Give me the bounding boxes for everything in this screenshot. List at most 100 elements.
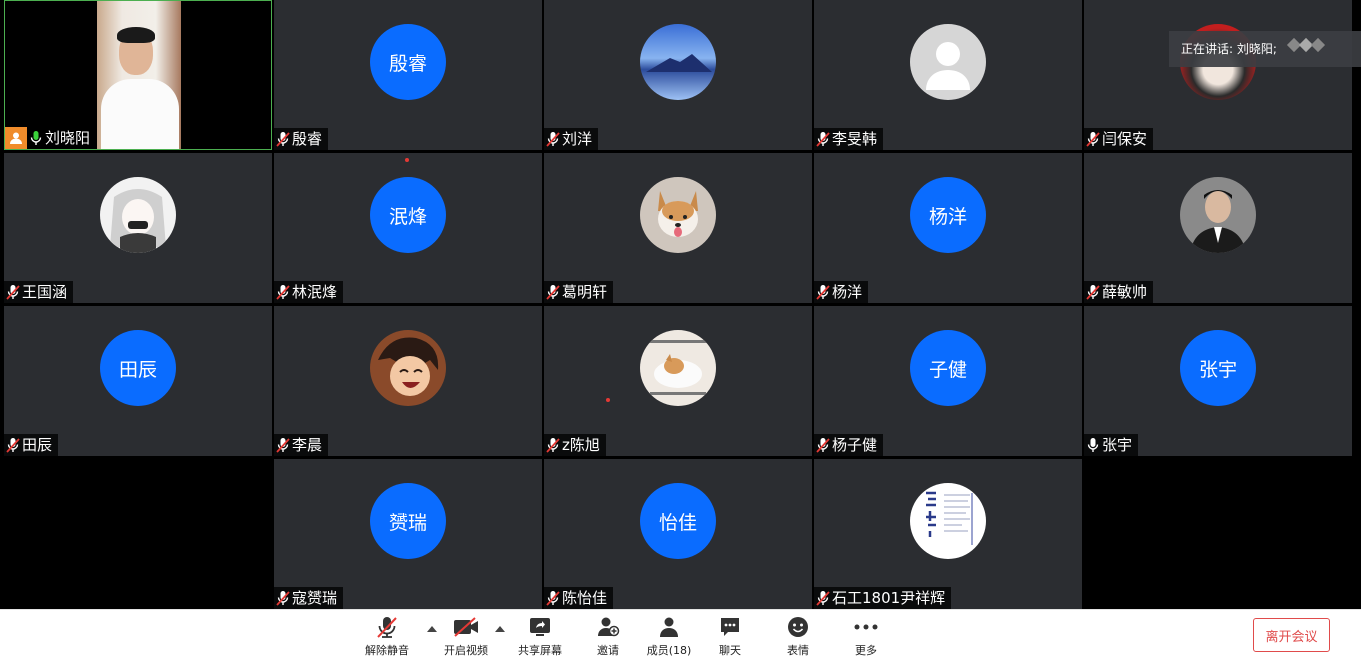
participant-namebar: 石工1801尹祥辉 <box>814 587 952 609</box>
smiley-icon <box>787 614 809 640</box>
invite-label: 邀请 <box>597 644 619 657</box>
participant-tile-yanbaoan[interactable]: 闫保安 <box>1084 0 1352 150</box>
participant-tile-chenyijia[interactable]: 怡佳 陈怡佳 <box>544 459 812 609</box>
participant-namebar: z陈旭 <box>544 434 606 456</box>
mic-muted-icon <box>816 131 830 147</box>
mic-muted-icon <box>6 284 20 300</box>
mic-on-icon <box>29 130 43 146</box>
members-icon <box>658 614 680 640</box>
mic-muted-icon <box>546 437 560 453</box>
participant-avatar: 张宇 <box>1180 330 1256 406</box>
audio-options-caret-icon[interactable] <box>427 626 437 632</box>
participant-namebar: 王国涵 <box>4 281 74 303</box>
participant-name: 田辰 <box>22 436 53 454</box>
invite-button[interactable]: 邀请 <box>590 614 626 660</box>
host-badge-icon <box>5 127 27 149</box>
participant-avatar: 泯烽 <box>370 177 446 253</box>
participant-namebar: 李旻韩 <box>814 128 884 150</box>
start-video-label: 开启视频 <box>444 644 488 657</box>
anime-girl-photo-icon <box>100 177 176 253</box>
leave-meeting-button[interactable]: 离开会议 <box>1253 618 1330 652</box>
participant-namebar: 林泯烽 <box>274 281 344 303</box>
mic-muted-icon <box>546 131 560 147</box>
mic-muted-icon <box>1086 284 1100 300</box>
participant-avatar: 赟瑞 <box>370 483 446 559</box>
participant-name: 葛明轩 <box>562 283 608 301</box>
mic-muted-icon <box>276 437 290 453</box>
participant-namebar: 李晨 <box>274 434 329 456</box>
participant-tile-wangguohan[interactable]: 王国涵 <box>4 153 272 303</box>
default-person-icon <box>910 24 986 100</box>
participant-namebar: 张宇 <box>1084 434 1139 456</box>
members-button[interactable]: 成员(18) <box>645 614 693 660</box>
participant-tile-xueminshuai[interactable]: 薛敏帅 <box>1084 153 1352 303</box>
participant-namebar: 闫保安 <box>1084 128 1154 150</box>
video-options-caret-icon[interactable] <box>495 626 505 632</box>
participant-tile-linminfeng[interactable]: 泯烽 林泯烽 <box>274 153 542 303</box>
participant-tile-zchenxu[interactable]: z陈旭 <box>544 306 812 456</box>
participant-tile-yinxianghui[interactable]: 石工1801尹祥辉 <box>814 459 1082 609</box>
calligraphy-photo-icon <box>910 483 986 559</box>
participant-name: 林泯烽 <box>292 283 338 301</box>
participant-name: 寇赟瑞 <box>292 589 338 607</box>
participant-name: 杨子健 <box>832 436 878 454</box>
reactions-label: 表情 <box>787 644 809 657</box>
participant-avatar: 子健 <box>910 330 986 406</box>
participant-avatar: 殷睿 <box>370 24 446 100</box>
active-speaker-text: 正在讲话: 刘晓阳; <box>1181 42 1277 56</box>
share-screen-label: 共享屏幕 <box>518 644 562 657</box>
participant-avatar: 田辰 <box>100 330 176 406</box>
share-screen-button[interactable]: 共享屏幕 <box>515 614 565 660</box>
red-dot-marker <box>405 158 409 162</box>
invite-user-icon <box>596 614 620 640</box>
participant-namebar: 殷睿 <box>274 128 329 150</box>
dog-meme-photo-icon <box>640 330 716 406</box>
mic-muted-icon <box>546 590 560 606</box>
mic-muted-icon <box>816 590 830 606</box>
participant-tile-gemingxuan[interactable]: 葛明轩 <box>544 153 812 303</box>
mic-muted-icon <box>276 284 290 300</box>
mic-muted-icon <box>276 131 290 147</box>
members-label: 成员(18) <box>646 644 692 657</box>
participant-name: 杨洋 <box>832 283 863 301</box>
more-button[interactable]: 更多 <box>850 614 882 660</box>
participant-tile-kouyunrui[interactable]: 赟瑞 寇赟瑞 <box>274 459 542 609</box>
mic-muted-icon <box>1086 131 1100 147</box>
active-speaker-banner: 正在讲话: 刘晓阳; <box>1169 31 1361 67</box>
mountain-photo-icon <box>640 24 716 100</box>
unmute-label: 解除静音 <box>365 644 409 657</box>
participant-namebar: 刘洋 <box>544 128 599 150</box>
participant-tile-zhangyu[interactable]: 张宇 张宇 <box>1084 306 1352 456</box>
participant-name: 刘洋 <box>562 130 593 148</box>
participant-avatar: 杨洋 <box>910 177 986 253</box>
participant-tile-lichen[interactable]: 李晨 <box>274 306 542 456</box>
mic-muted-icon <box>376 614 398 640</box>
participant-tile-liuxiaoyang[interactable]: 刘晓阳 <box>4 0 272 150</box>
participant-tile-liuyang[interactable]: 刘洋 <box>544 0 812 150</box>
participant-namebar: 田辰 <box>4 434 59 456</box>
unmute-button[interactable]: 解除静音 <box>362 614 412 660</box>
participant-tile-yangyang[interactable]: 杨洋 杨洋 <box>814 153 1082 303</box>
chat-label: 聊天 <box>719 644 741 657</box>
reactions-button[interactable]: 表情 <box>782 614 814 660</box>
more-label: 更多 <box>855 644 877 657</box>
participant-namebar: 薛敏帅 <box>1084 281 1154 303</box>
participant-tile-yinrui[interactable]: 殷睿 殷睿 <box>274 0 542 150</box>
participant-tile-tianchen[interactable]: 田辰 田辰 <box>4 306 272 456</box>
chat-bubble-icon <box>719 614 741 640</box>
participant-name: 石工1801尹祥辉 <box>832 589 946 607</box>
start-video-button[interactable]: 开启视频 <box>441 614 491 660</box>
participant-name: 殷睿 <box>292 130 323 148</box>
participant-name: 王国涵 <box>22 283 68 301</box>
participant-namebar: 杨子健 <box>814 434 884 456</box>
red-dot-marker <box>606 398 610 402</box>
participant-name: 张宇 <box>1102 436 1133 454</box>
chat-button[interactable]: 聊天 <box>714 614 746 660</box>
participant-tile-liminhan[interactable]: 李旻韩 <box>814 0 1082 150</box>
participant-tile-yangzijian[interactable]: 子健 杨子健 <box>814 306 1082 456</box>
participant-namebar: 寇赟瑞 <box>274 587 344 609</box>
mic-muted-icon <box>6 437 20 453</box>
share-screen-icon <box>528 614 552 640</box>
participant-namebar: 杨洋 <box>814 281 869 303</box>
corgi-photo-icon <box>640 177 716 253</box>
